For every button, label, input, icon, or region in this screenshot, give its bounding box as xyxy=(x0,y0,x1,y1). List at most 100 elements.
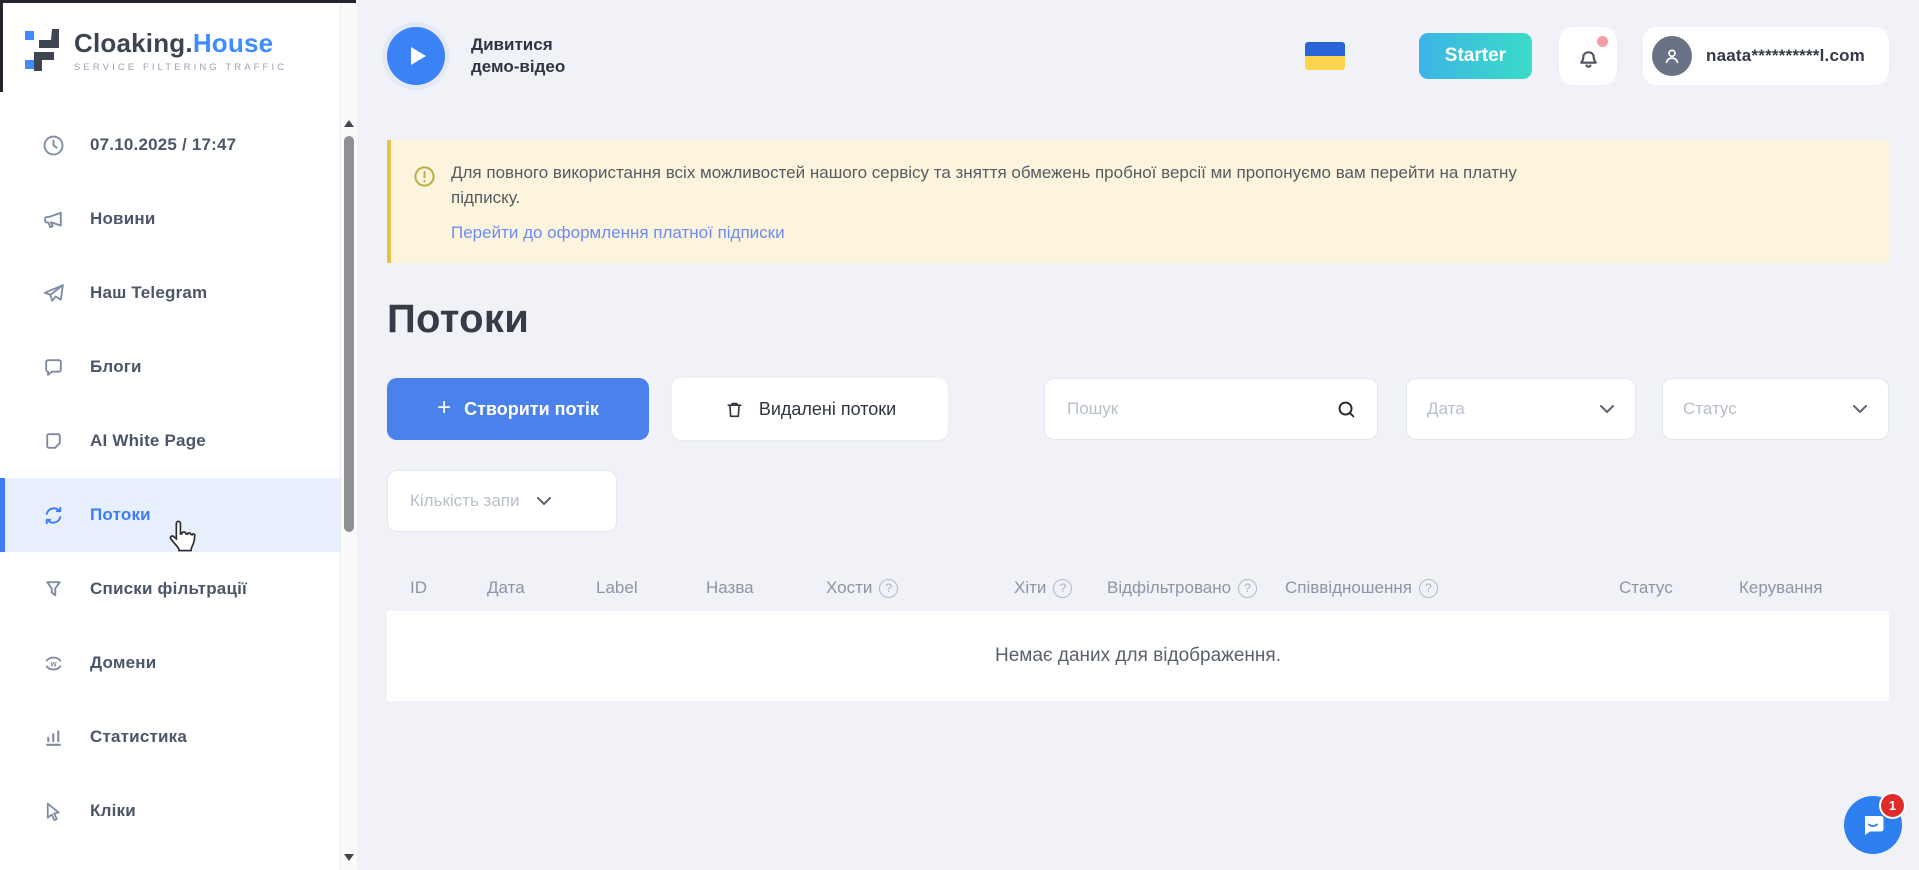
status-filter-dropdown[interactable]: Статус xyxy=(1662,378,1889,440)
demo-video-label: Дивитися демо-відео xyxy=(471,34,565,78)
svg-text:w: w xyxy=(49,659,57,668)
funnel-icon xyxy=(42,578,65,601)
telegram-icon xyxy=(42,282,65,305)
brand-name: Cloaking.House xyxy=(74,28,287,59)
megaphone-icon xyxy=(42,208,65,231)
sidebar-item-label: Новини xyxy=(90,209,155,229)
sidebar-item-ai-white-page[interactable]: AI White Page xyxy=(0,404,340,478)
column-header-actions: Керування xyxy=(1739,578,1889,598)
language-flag-ukraine[interactable] xyxy=(1305,42,1345,70)
sidebar-item-domains[interactable]: w Домени xyxy=(0,626,340,700)
brand-tagline: SERVICE FILTERING TRAFFIC xyxy=(74,62,287,73)
sidebar: Cloaking.House SERVICE FILTERING TRAFFIC… xyxy=(0,0,340,870)
plus-icon: + xyxy=(437,396,451,420)
scrollbar-up-arrow[interactable] xyxy=(344,120,354,127)
per-page-dropdown[interactable]: Кількість запи xyxy=(387,470,617,532)
column-header-id: ID xyxy=(410,578,487,598)
sidebar-item-label: Списки фільтрації xyxy=(90,579,247,599)
deleted-streams-button[interactable]: Видалені потоки xyxy=(672,378,948,440)
user-email: naata**********l.com xyxy=(1706,46,1865,66)
topbar-right: Starter naata**********l.com xyxy=(1305,27,1889,85)
topbar: Дивитися демо-відео Starter naata*******… xyxy=(387,0,1889,112)
column-label: Керування xyxy=(1739,578,1822,598)
sidebar-item-label: AI White Page xyxy=(90,431,206,451)
sidebar-item-label: 07.10.2025 / 17:47 xyxy=(90,135,236,155)
sidebar-item-datetime[interactable]: 07.10.2025 / 17:47 xyxy=(0,108,340,182)
column-header-filtered: Відфільтровано? xyxy=(1107,578,1285,598)
sidebar-nav: 07.10.2025 / 17:47 Новини Наш Telegram Б… xyxy=(0,100,340,848)
notification-dot xyxy=(1597,36,1608,47)
subscription-link[interactable]: Перейти до оформлення платної підписки xyxy=(451,223,785,243)
brand-logo[interactable]: Cloaking.House SERVICE FILTERING TRAFFIC xyxy=(0,0,340,100)
column-label: Статус xyxy=(1619,578,1673,598)
empty-state-message: Немає даних для відображення. xyxy=(995,645,1281,667)
mouse-cursor-pointer xyxy=(166,518,198,559)
bar-chart-icon xyxy=(42,726,65,749)
account-menu[interactable]: naata**********l.com xyxy=(1643,27,1889,85)
per-page-label: Кількість запи xyxy=(410,491,520,511)
empty-state-row: Немає даних для відображення. xyxy=(387,611,1889,701)
sidebar-item-filter-lists[interactable]: Списки фільтрації xyxy=(0,552,340,626)
help-icon[interactable]: ? xyxy=(1053,579,1072,598)
create-stream-label: Створити потік xyxy=(464,399,599,420)
chat-bubble-icon xyxy=(42,356,65,379)
alert-circle-icon xyxy=(413,165,436,243)
help-icon[interactable]: ? xyxy=(1419,579,1438,598)
sidebar-item-telegram[interactable]: Наш Telegram xyxy=(0,256,340,330)
search-input[interactable] xyxy=(1065,398,1336,420)
notifications-button[interactable] xyxy=(1559,27,1617,85)
column-header-date: Дата xyxy=(487,578,596,598)
demo-label-line2: демо-відео xyxy=(471,56,565,78)
brand-text: Cloaking.House SERVICE FILTERING TRAFFIC xyxy=(74,28,287,73)
scrollbar-down-arrow[interactable] xyxy=(344,854,354,861)
chat-unread-badge: 1 xyxy=(1879,792,1906,819)
brand-logo-icon xyxy=(24,28,62,72)
sidebar-item-label: Домени xyxy=(90,653,156,673)
sidebar-item-label: Потоки xyxy=(90,505,151,525)
chevron-down-icon xyxy=(1852,404,1868,414)
page-icon xyxy=(42,430,65,453)
sidebar-scrollbar[interactable] xyxy=(340,0,357,870)
chevron-down-icon xyxy=(1599,404,1615,414)
search-icon xyxy=(1336,399,1357,420)
column-header-status: Статус xyxy=(1619,578,1739,598)
demo-label-line1: Дивитися xyxy=(471,34,565,56)
trash-icon xyxy=(724,399,745,420)
status-filter-label: Статус xyxy=(1683,399,1737,419)
sidebar-item-clicks[interactable]: Кліки xyxy=(0,774,340,848)
banner-text-line2: підписку. xyxy=(451,186,1517,211)
create-stream-button[interactable]: + Створити потік xyxy=(387,378,649,440)
column-label: ID xyxy=(410,578,427,598)
date-filter-dropdown[interactable]: Дата xyxy=(1406,378,1636,440)
plan-badge-button[interactable]: Starter xyxy=(1419,33,1532,79)
toolbar-row: + Створити потік Видалені потоки Дата Ст… xyxy=(387,378,1889,440)
bell-icon xyxy=(1575,43,1602,70)
sidebar-item-news[interactable]: Новини xyxy=(0,182,340,256)
flag-yellow-stripe xyxy=(1305,56,1345,70)
chat-launcher-button[interactable]: 1 xyxy=(1844,796,1902,854)
column-label: Назва xyxy=(706,578,754,598)
column-label: Відфільтровано xyxy=(1107,578,1231,598)
sidebar-item-statistics[interactable]: Статистика xyxy=(0,700,340,774)
deleted-streams-label: Видалені потоки xyxy=(759,399,896,420)
search-field xyxy=(1044,378,1378,440)
avatar xyxy=(1652,36,1692,76)
cursor-icon xyxy=(42,800,65,823)
flag-blue-stripe xyxy=(1305,42,1345,56)
column-header-hosts: Хости? xyxy=(826,578,1014,598)
help-icon[interactable]: ? xyxy=(879,579,898,598)
column-label: Хіти xyxy=(1014,578,1046,598)
window-edge-left xyxy=(0,0,3,92)
help-icon[interactable]: ? xyxy=(1238,579,1257,598)
play-demo-button[interactable] xyxy=(387,27,445,85)
toolbar-row2: Кількість запи xyxy=(387,470,1889,532)
sidebar-item-label: Блоги xyxy=(90,357,142,377)
scrollbar-thumb[interactable] xyxy=(344,136,354,532)
sync-icon xyxy=(42,504,65,527)
person-icon xyxy=(1660,44,1684,68)
chevron-down-icon xyxy=(536,496,552,506)
brand-name-accent: House xyxy=(193,28,273,58)
sidebar-item-label: Статистика xyxy=(90,727,187,747)
sidebar-item-label: Наш Telegram xyxy=(90,283,207,303)
sidebar-item-blogs[interactable]: Блоги xyxy=(0,330,340,404)
